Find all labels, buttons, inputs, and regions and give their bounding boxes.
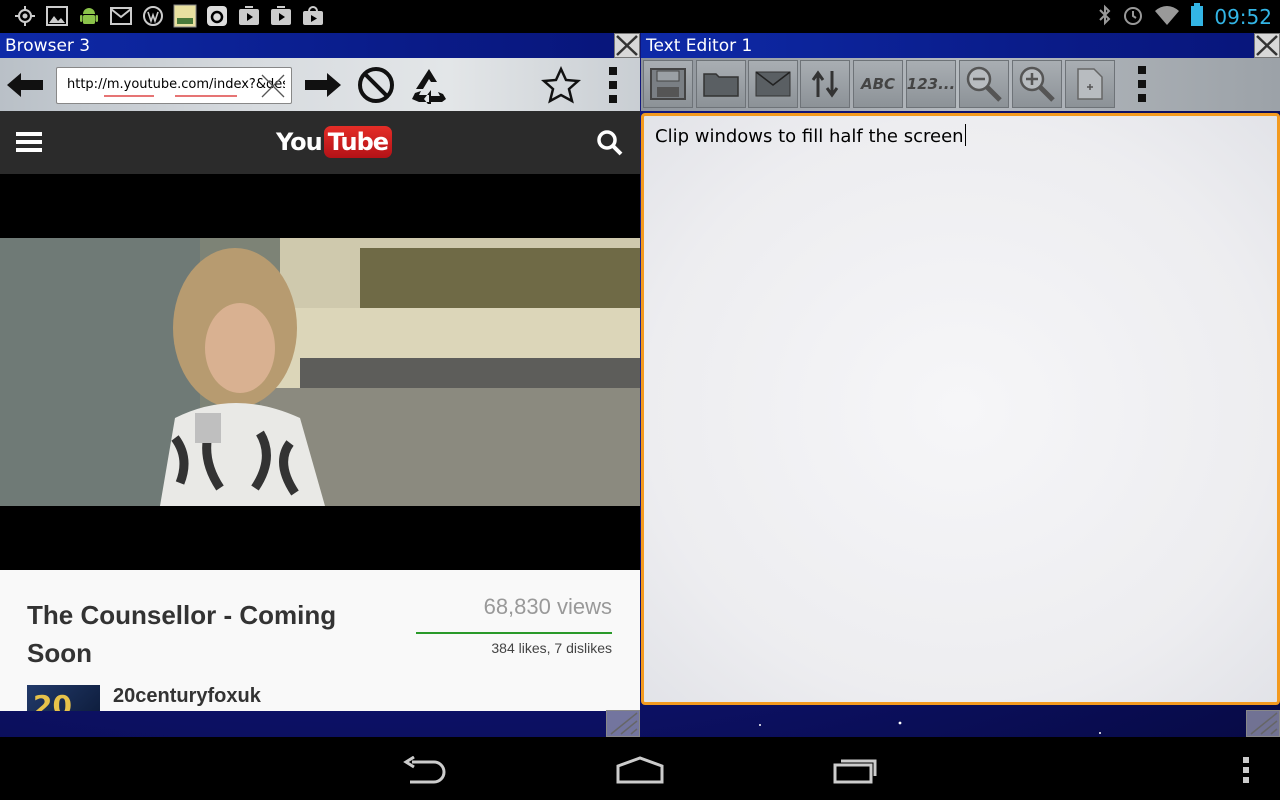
reload-icon[interactable] — [408, 65, 450, 105]
view-count: 68,830 views — [483, 594, 612, 619]
shop-icon — [300, 4, 326, 28]
svg-text:20: 20 — [33, 689, 72, 711]
clear-url-icon[interactable] — [259, 72, 287, 100]
gps-icon — [12, 4, 38, 28]
email-icon[interactable] — [748, 60, 798, 108]
video-frame[interactable] — [0, 238, 640, 506]
hamburger-menu-icon[interactable] — [16, 131, 42, 153]
text-caret — [964, 124, 966, 146]
url-text: http://m.youtube.com/index?&desktop — [67, 77, 285, 92]
open-folder-icon[interactable] — [696, 60, 746, 108]
text-editor-window[interactable]: Text Editor 1 ABC 123... Clip windows to… — [641, 33, 1280, 737]
sort-updown-icon[interactable] — [800, 60, 850, 108]
resize-handle-icon[interactable] — [606, 710, 640, 737]
alarm-icon — [1122, 4, 1144, 30]
zoom-in-icon[interactable] — [1012, 60, 1062, 108]
status-bar: 09:52 — [0, 0, 1280, 33]
browser-titlebar[interactable]: Browser 3 — [0, 33, 640, 58]
new-document-icon[interactable] — [1065, 60, 1115, 108]
wordpress-icon — [140, 4, 166, 28]
spellcheck-button[interactable]: ABC — [853, 60, 903, 108]
overflow-menu-icon[interactable] — [1119, 60, 1165, 108]
bookmark-star-icon[interactable] — [540, 65, 582, 105]
logo-tube: Tube — [323, 126, 393, 158]
android-icon — [76, 4, 102, 28]
close-icon[interactable] — [614, 33, 640, 58]
navigation-bar — [0, 737, 1280, 800]
search-icon[interactable] — [596, 129, 624, 157]
bluetooth-icon — [1098, 4, 1112, 30]
zoom-out-icon[interactable] — [959, 60, 1009, 108]
app-icon — [204, 4, 230, 28]
editor-content-text: Clip windows to fill half the screen — [655, 126, 964, 147]
stop-icon[interactable] — [355, 65, 397, 105]
channel-name[interactable]: 20centuryfoxuk — [113, 685, 261, 708]
browser-title: Browser 3 — [5, 36, 91, 56]
basic4android-icon — [172, 4, 198, 28]
numbers-label: 123... — [906, 75, 956, 93]
editor-content[interactable]: Clip windows to fill half the screen — [655, 124, 966, 147]
url-input[interactable]: http://m.youtube.com/index?&desktop — [56, 67, 292, 104]
screen: 09:52 Browser 3 http://m.youtube.com/ind… — [0, 0, 1280, 800]
youtube-page: You Tube The Counsellor - Coming Soon 68… — [0, 111, 640, 711]
logo-you: You — [276, 128, 323, 156]
youtube-header: You Tube — [0, 111, 640, 174]
home-nav-icon[interactable] — [610, 753, 670, 787]
like-ratio-bar — [416, 632, 612, 634]
overflow-menu-icon[interactable] — [592, 65, 634, 105]
battery-icon — [1190, 3, 1204, 31]
wifi-icon — [1154, 4, 1180, 30]
editor-titlebar[interactable]: Text Editor 1 — [641, 33, 1280, 58]
video-title[interactable]: The Counsellor - Coming Soon — [27, 596, 347, 672]
back-icon[interactable] — [4, 65, 46, 105]
browser-window[interactable]: Browser 3 http://m.youtube.com/index?&de… — [0, 33, 640, 737]
close-icon[interactable] — [1254, 33, 1280, 58]
save-icon[interactable] — [643, 60, 693, 108]
editor-toolbar: ABC 123... — [641, 58, 1280, 111]
forward-icon[interactable] — [302, 65, 344, 105]
like-count: 384 likes, 7 dislikes — [491, 640, 612, 656]
play-icon — [236, 4, 262, 28]
numbers-button[interactable]: 123... — [906, 60, 956, 108]
image-icon — [44, 4, 70, 28]
back-nav-icon[interactable] — [394, 753, 454, 787]
channel-avatar[interactable]: 20 — [27, 685, 100, 711]
gmail-icon — [108, 4, 134, 28]
spellcheck-label: ABC — [860, 75, 896, 93]
browser-toolbar: http://m.youtube.com/index?&desktop — [0, 58, 640, 111]
editor-title: Text Editor 1 — [646, 36, 753, 56]
text-area[interactable]: Clip windows to fill half the screen — [641, 113, 1280, 705]
resize-handle-icon[interactable] — [1246, 710, 1280, 737]
clock: 09:52 — [1214, 5, 1272, 29]
recent-apps-icon[interactable] — [826, 753, 886, 787]
video-info: The Counsellor - Coming Soon 68,830 view… — [0, 570, 640, 711]
menu-icon[interactable] — [1216, 753, 1276, 787]
play-icon — [268, 4, 294, 28]
video-player[interactable] — [0, 174, 640, 570]
youtube-logo[interactable]: You Tube — [276, 123, 393, 161]
